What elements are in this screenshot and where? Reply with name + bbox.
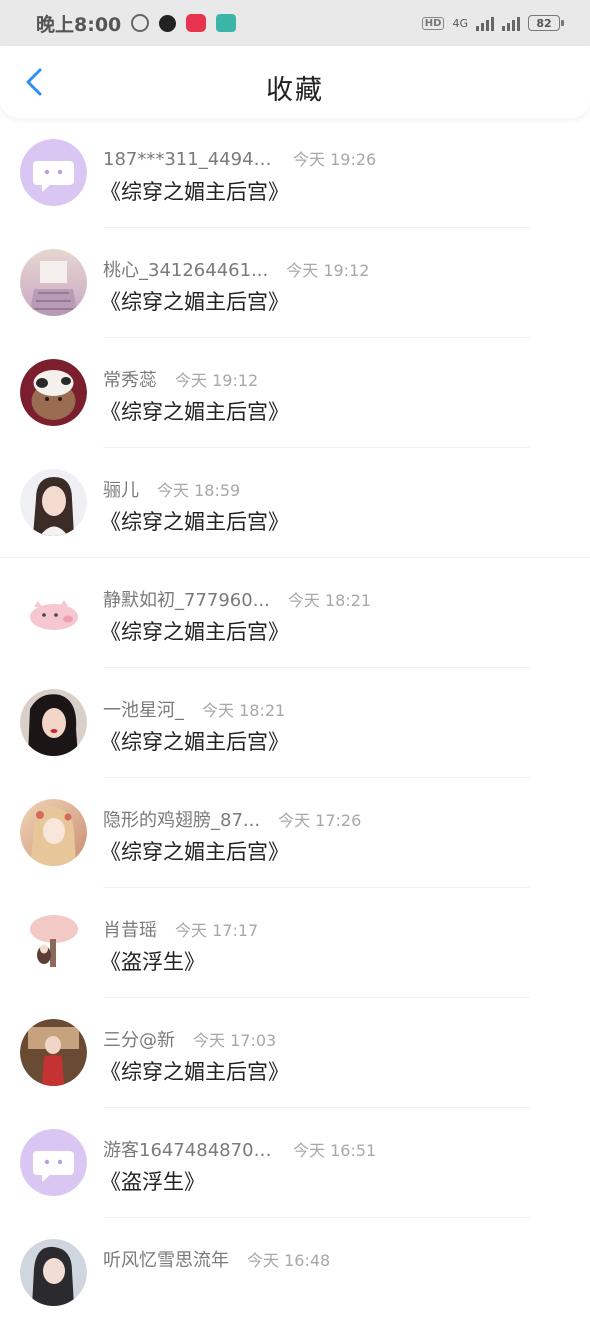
- user-avatar[interactable]: [20, 1019, 87, 1086]
- user-avatar[interactable]: [20, 799, 87, 866]
- list-item[interactable]: 187***311_44943... 今天 19:26 《综穿之媚主后宫》: [0, 118, 590, 228]
- app-notification-icon: [216, 14, 237, 32]
- list-item[interactable]: 游客16474848701... 今天 16:51 《盗浮生》: [0, 1108, 590, 1218]
- user-name: 游客16474848701...: [103, 1140, 275, 1161]
- user-name: 听风忆雪思流年: [103, 1250, 229, 1271]
- list-item[interactable]: 常秀蕊 今天 19:12 《综穿之媚主后宫》: [0, 338, 590, 448]
- list-item[interactable]: 桃心_341264461... 今天 19:12 《综穿之媚主后宫》: [0, 228, 590, 338]
- timestamp: 今天 19:26: [293, 150, 377, 169]
- book-title[interactable]: 《综穿之媚主后宫》: [100, 396, 289, 426]
- timestamp: 今天 18:21: [287, 591, 372, 610]
- user-avatar[interactable]: [20, 689, 87, 756]
- status-bar: 晚上8:00 HD 4G 82: [0, 0, 590, 46]
- network-type: 4G: [452, 16, 468, 30]
- timestamp: 今天 19:12: [175, 371, 259, 390]
- user-name: 桃心_341264461...: [103, 260, 269, 281]
- status-right: HD 4G 82: [421, 15, 564, 31]
- book-title[interactable]: 《综穿之媚主后宫》: [100, 176, 289, 206]
- book-title[interactable]: 《综穿之媚主后宫》: [100, 616, 289, 646]
- item-meta: 187***311_44943... 今天 19:26: [103, 146, 376, 170]
- timestamp: 今天 18:21: [202, 701, 286, 720]
- timestamp: 今天 17:26: [278, 811, 362, 830]
- favorites-list: 187***311_44943... 今天 19:26 《综穿之媚主后宫》 桃心…: [0, 118, 590, 1328]
- pig-avatar[interactable]: [20, 579, 87, 646]
- hd-icon: HD: [421, 16, 445, 30]
- page-title: 收藏: [266, 75, 324, 106]
- user-name: 常秀蕊: [103, 370, 157, 391]
- item-meta: 游客16474848701... 今天 16:51: [103, 1136, 376, 1162]
- item-meta: 三分@新 今天 17:03: [103, 1026, 276, 1052]
- user-name: 187***311_44943...: [103, 149, 275, 170]
- list-item[interactable]: 肖昔瑶 今天 17:17 《盗浮生》: [0, 888, 590, 998]
- item-meta: 一池星河_ 今天 18:21: [103, 696, 285, 722]
- list-item[interactable]: 三分@新 今天 17:03 《综穿之媚主后宫》: [0, 998, 590, 1108]
- signal-icon: [502, 15, 520, 31]
- list-item[interactable]: 一池星河_ 今天 18:21 《综穿之媚主后宫》: [0, 668, 590, 778]
- user-name: 三分@新: [103, 1030, 175, 1051]
- user-name: 一池星河_: [103, 700, 184, 721]
- chat-bubble-avatar[interactable]: [20, 1129, 87, 1196]
- book-title[interactable]: 《综穿之媚主后宫》: [100, 506, 289, 536]
- user-avatar[interactable]: [20, 909, 87, 976]
- book-title[interactable]: 《综穿之媚主后宫》: [100, 1056, 289, 1086]
- chat-bubble-avatar[interactable]: [20, 139, 87, 206]
- user-avatar[interactable]: [20, 469, 87, 536]
- user-name: 肖昔瑶: [103, 920, 157, 941]
- item-meta: 桃心_341264461... 今天 19:12: [103, 256, 369, 282]
- timestamp: 今天 17:17: [175, 921, 259, 940]
- book-title[interactable]: 《综穿之媚主后宫》: [100, 286, 289, 316]
- item-meta: 骊儿 今天 18:59: [103, 476, 240, 502]
- book-title[interactable]: 《盗浮生》: [100, 1166, 205, 1196]
- book-title[interactable]: 《综穿之媚主后宫》: [100, 836, 289, 866]
- battery-level: 82: [536, 16, 552, 30]
- item-meta: 肖昔瑶 今天 17:17: [103, 916, 258, 942]
- timestamp: 今天 17:03: [193, 1031, 277, 1050]
- timestamp: 今天 16:48: [247, 1251, 331, 1270]
- status-time: 晚上8:00: [36, 13, 122, 36]
- timestamp: 今天 19:12: [286, 261, 370, 280]
- user-name: 隐形的鸡翅膀_87...: [103, 810, 261, 831]
- book-title[interactable]: 《综穿之媚主后宫》: [100, 726, 289, 756]
- app-notification-icon: [186, 14, 207, 32]
- item-meta: 隐形的鸡翅膀_87... 今天 17:26: [103, 806, 361, 832]
- item-meta: 静默如初_777960... 今天 18:21: [103, 586, 371, 612]
- header: 收藏: [0, 46, 590, 118]
- item-meta: 常秀蕊 今天 19:12: [103, 366, 258, 392]
- user-name: 骊儿: [103, 480, 139, 501]
- status-left: 晚上8:00: [36, 10, 237, 37]
- signal-icon: [476, 15, 494, 31]
- user-avatar[interactable]: [20, 359, 87, 426]
- book-title[interactable]: 《盗浮生》: [100, 946, 205, 976]
- item-meta: 听风忆雪思流年 今天 16:48: [103, 1246, 330, 1272]
- list-item[interactable]: 骊儿 今天 18:59 《综穿之媚主后宫》: [0, 448, 590, 558]
- app-notification-icon: [159, 14, 177, 32]
- timestamp: 今天 16:51: [293, 1141, 377, 1160]
- list-item[interactable]: 听风忆雪思流年 今天 16:48: [0, 1218, 590, 1328]
- timestamp: 今天 18:59: [157, 481, 241, 500]
- battery-icon: 82: [528, 15, 564, 31]
- alarm-icon: [131, 14, 150, 32]
- list-item[interactable]: 隐形的鸡翅膀_87... 今天 17:26 《综穿之媚主后宫》: [0, 778, 590, 888]
- user-avatar[interactable]: [20, 249, 87, 316]
- user-avatar[interactable]: [20, 1239, 87, 1306]
- user-name: 静默如初_777960...: [103, 590, 270, 611]
- list-item[interactable]: 静默如初_777960... 今天 18:21 《综穿之媚主后宫》: [0, 558, 590, 668]
